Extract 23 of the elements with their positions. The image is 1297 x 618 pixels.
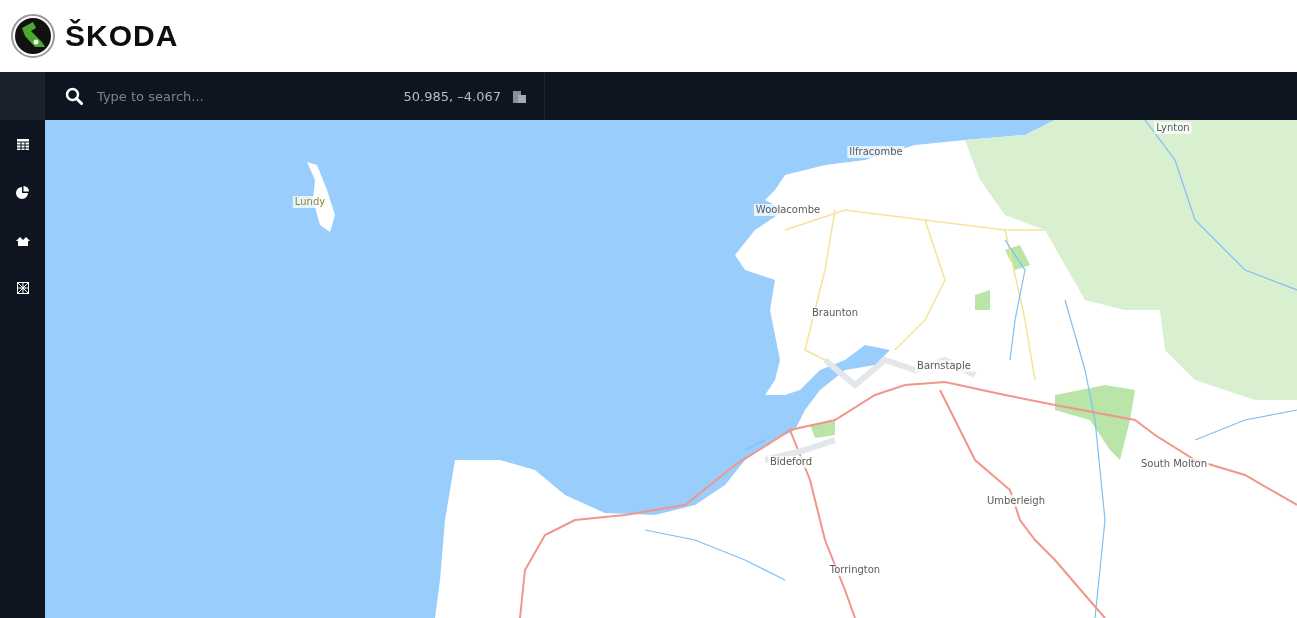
search-icon [65, 87, 83, 105]
brand-name: ŠKODA [65, 19, 179, 53]
place-label: Umberleigh [984, 495, 1048, 507]
sidebar-button[interactable] [14, 136, 31, 152]
sidebar-button[interactable] [14, 184, 31, 200]
place-label: Lundy [292, 196, 328, 208]
place-label: Bideford [767, 456, 815, 468]
clipboard-icon[interactable] [513, 89, 526, 103]
houses-icon [15, 234, 30, 246]
place-label: Lynton [1154, 122, 1192, 134]
place-label: Torrington [827, 564, 883, 576]
sidebar-button[interactable] [14, 280, 31, 296]
place-label: Woolacombe [753, 204, 823, 216]
table-icon [16, 138, 29, 150]
search-field[interactable]: Type to search... [95, 87, 392, 105]
place-label: Barnstaple [915, 360, 973, 372]
coordinates-text: 50.985, –4.067 [403, 88, 501, 104]
logo-icon [11, 14, 55, 58]
map-grid-icon [16, 282, 29, 294]
place-label: Braunton [809, 307, 861, 319]
place-label: South Molton [1138, 458, 1210, 470]
place-label: Ilfracombe [847, 146, 905, 158]
pie-chart-icon [16, 185, 29, 199]
